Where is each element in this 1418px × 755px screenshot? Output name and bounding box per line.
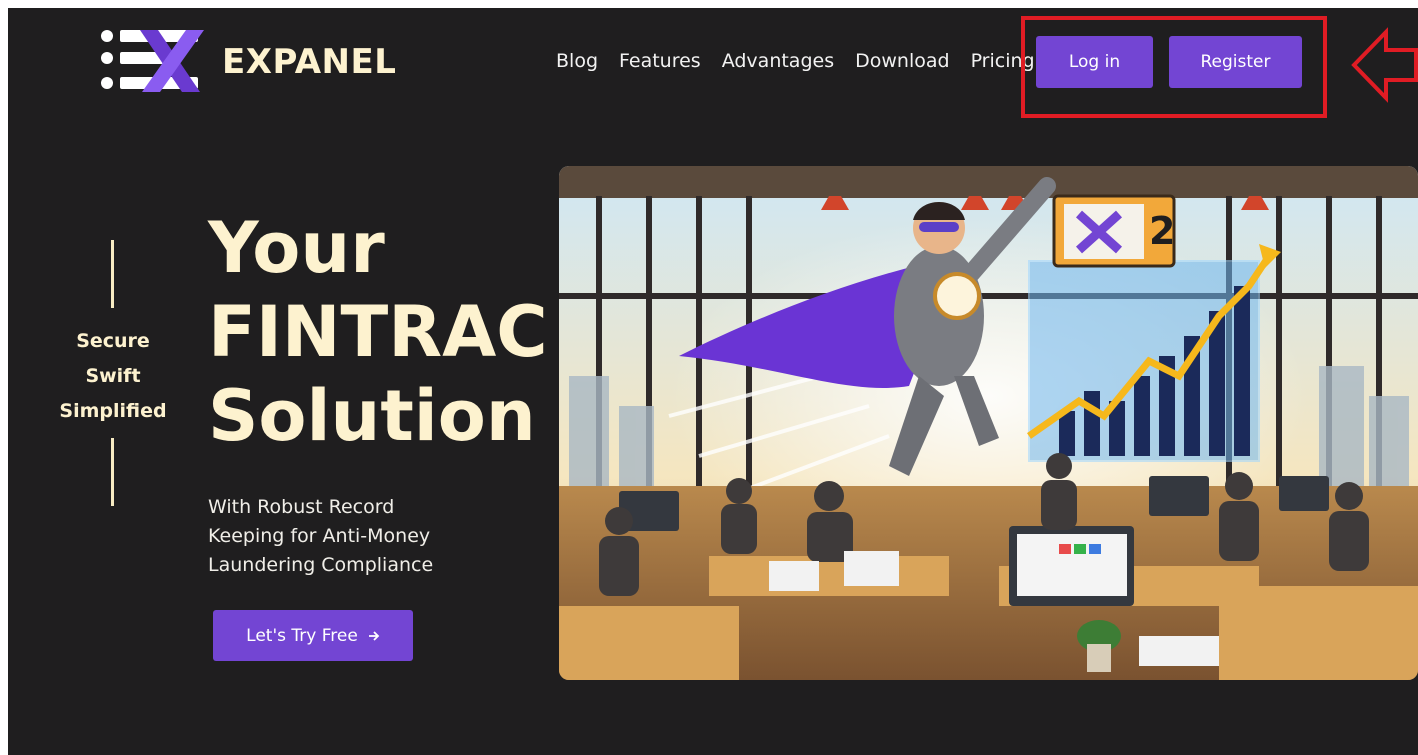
- headline-line-2: FINTRAC: [208, 291, 548, 373]
- headline-line-1: Your: [208, 207, 385, 289]
- hero-tagline: Secure Swift Simplified: [50, 324, 176, 429]
- nav-download[interactable]: Download: [855, 50, 949, 72]
- nav-blog[interactable]: Blog: [556, 50, 598, 72]
- sign-number: 2: [1149, 209, 1175, 253]
- tagline-divider-top: [111, 240, 114, 308]
- try-free-button[interactable]: Let's Try Free: [213, 610, 413, 661]
- tagline-simplified: Simplified: [59, 400, 167, 422]
- arrow-right-icon: [368, 630, 380, 641]
- red-left-arrow-icon: [1351, 27, 1418, 103]
- annotation-highlight-box: [1021, 16, 1327, 118]
- hero-illustration: 2: [559, 166, 1418, 680]
- main-nav: Blog Features Advantages Download Pricin…: [556, 50, 1056, 72]
- brand-name[interactable]: EXPANEL: [222, 42, 396, 82]
- nav-advantages[interactable]: Advantages: [722, 50, 834, 72]
- expanel-logo-icon[interactable]: [100, 28, 210, 94]
- hero-headline: Your FINTRAC Solution: [208, 206, 548, 458]
- tagline-swift: Swift: [85, 365, 141, 387]
- tagline-divider-bottom: [111, 438, 114, 506]
- headline-line-3: Solution: [208, 375, 536, 457]
- tagline-secure: Secure: [76, 330, 150, 352]
- landing-page: EXPANEL Blog Features Advantages Downloa…: [8, 8, 1418, 755]
- try-free-label: Let's Try Free: [246, 625, 358, 646]
- nav-features[interactable]: Features: [619, 50, 701, 72]
- hero-subheading: With Robust Record Keeping for Anti-Mone…: [208, 496, 434, 576]
